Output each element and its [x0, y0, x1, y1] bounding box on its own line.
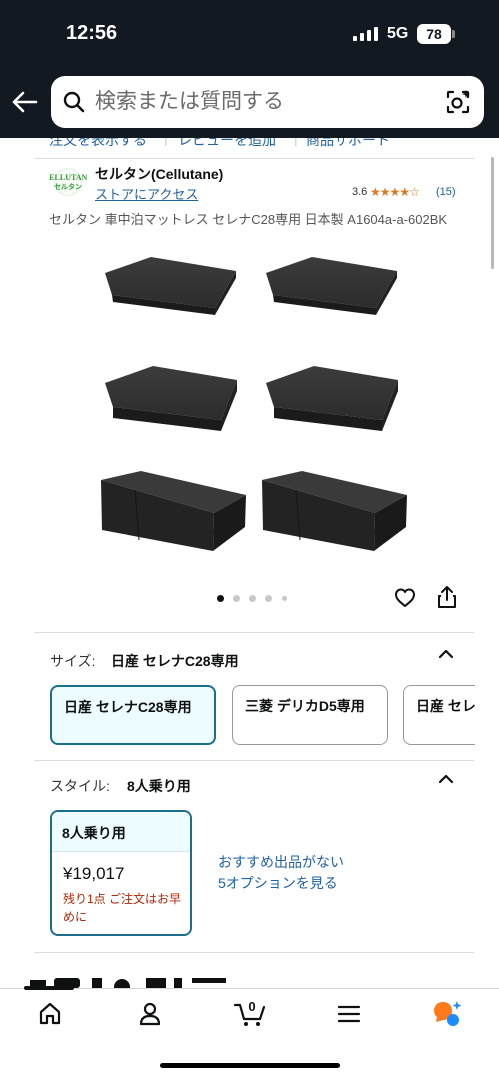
size-label: サイズ:	[50, 653, 96, 669]
visit-store-link[interactable]: ストアにアクセス	[95, 184, 198, 203]
status-time: 12:56	[66, 22, 118, 44]
star-rating[interactable]: ★★★★☆	[370, 185, 420, 199]
carousel-dot[interactable]	[233, 595, 240, 602]
rating-count[interactable]: (15)	[436, 186, 456, 198]
divider	[34, 632, 474, 633]
carousel-dot[interactable]	[249, 595, 256, 602]
cushion-1	[105, 257, 236, 315]
see-options-link[interactable]: おすすめ出品がない 5オプションを見る	[218, 852, 344, 894]
svg-text:セルタン: セルタン	[54, 182, 82, 191]
seller-logo[interactable]: CELLUTANE セルタン	[49, 168, 87, 196]
divider	[34, 760, 474, 761]
home-indicator[interactable]	[160, 1063, 340, 1068]
carousel-dot-active[interactable]	[217, 595, 224, 602]
network-type: 5G	[387, 25, 409, 42]
rufus-icon[interactable]	[430, 999, 464, 1029]
cushion-2	[266, 257, 397, 315]
search-bar[interactable]	[51, 76, 484, 128]
app-header: 12:56 5G 78	[0, 0, 499, 138]
divider	[34, 952, 474, 953]
product-title: セルタン 車中泊マットレス セレナC28専用 日本製 A1604a-a-602B…	[49, 212, 448, 227]
search-icon	[63, 91, 85, 113]
cart-icon[interactable]: 0	[233, 997, 267, 1027]
size-value: 日産 セレナC28専用	[111, 653, 239, 669]
active-tab-indicator	[24, 986, 74, 990]
search-input[interactable]	[95, 87, 425, 117]
rating-value: 3.6	[352, 186, 368, 198]
seller-name: セルタン(Cellutane)	[95, 166, 224, 182]
back-arrow-icon[interactable]	[10, 88, 38, 116]
signal-icon	[353, 27, 378, 41]
account-icon[interactable]	[137, 1001, 163, 1027]
scrollbar-thumb[interactable]	[491, 157, 494, 269]
battery-icon: 78	[417, 24, 451, 44]
stock-warning: 残り1点 ご注文はお早めに	[63, 892, 182, 924]
style-option-price: ¥19,017	[63, 864, 125, 883]
link-separator: |	[164, 138, 168, 146]
size-option[interactable]: 三菱 デリカD5専用	[232, 685, 388, 745]
chevron-up-icon[interactable]	[437, 648, 455, 660]
home-icon[interactable]	[37, 1001, 63, 1027]
divider	[34, 158, 474, 159]
product-support-link[interactable]: 商品サポート	[306, 138, 390, 150]
style-option-selected[interactable]: 8人乗り用 ¥19,017 残り1点 ご注文はお早めに	[50, 810, 192, 936]
link-separator: |	[294, 138, 298, 146]
recommend-line: おすすめ出品がない	[218, 854, 344, 870]
cushion-6	[262, 471, 407, 551]
svg-text:CELLUTANE: CELLUTANE	[49, 173, 87, 182]
product-action-links: 注文を表示する | レビューを追加 | 商品サポート	[0, 138, 499, 152]
battery-tip	[452, 30, 455, 38]
size-option[interactable]: 日産 セレナ	[403, 685, 475, 745]
menu-icon[interactable]	[337, 1001, 361, 1027]
style-option-name: 8人乗り用	[52, 812, 190, 852]
product-image[interactable]	[95, 250, 415, 560]
heart-icon[interactable]	[394, 587, 416, 609]
cart-count: 0	[248, 999, 255, 1014]
style-label: スタイル:	[50, 778, 110, 794]
camera-search-icon[interactable]	[444, 88, 472, 116]
carousel-dot[interactable]	[282, 596, 287, 601]
style-value: 8人乗り用	[127, 778, 191, 794]
recommend-line: 5オプションを見る	[218, 875, 338, 891]
add-review-link[interactable]: レビューを追加	[178, 138, 276, 150]
cushion-3	[105, 366, 237, 431]
cushion-4	[266, 366, 398, 431]
cushion-5	[101, 471, 246, 551]
size-option-selected[interactable]: 日産 セレナC28専用	[50, 685, 216, 745]
share-icon[interactable]	[437, 585, 457, 609]
carousel-dot[interactable]	[265, 595, 272, 602]
view-order-link[interactable]: 注文を表示する	[49, 138, 147, 150]
chevron-up-icon[interactable]	[437, 773, 455, 785]
